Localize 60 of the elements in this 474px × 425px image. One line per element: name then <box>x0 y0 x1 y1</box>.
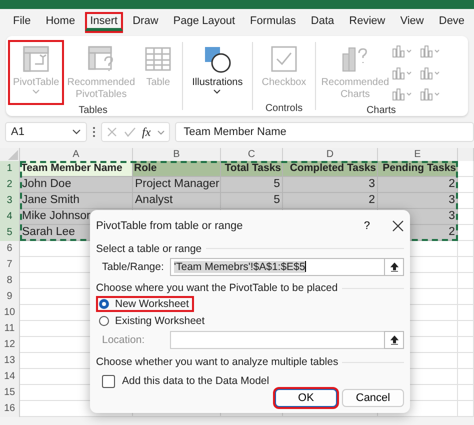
table-cell: Pending Tasks <box>378 161 458 177</box>
row-header[interactable]: 15 <box>0 385 20 401</box>
row-header[interactable]: 3 <box>0 193 20 209</box>
table-cell: Completed Tasks <box>283 161 378 177</box>
row-header[interactable]: 13 <box>0 353 20 369</box>
ribbon-tab[interactable]: File <box>8 12 36 31</box>
table-cell: Project Manager <box>133 177 221 193</box>
group-label: Tables <box>78 105 108 116</box>
row-header[interactable]: 10 <box>0 305 20 321</box>
data-model-checkbox[interactable]: Add this data to the Data Model <box>102 373 404 390</box>
ribbon-tab[interactable]: Draw <box>128 12 164 31</box>
row-header[interactable]: 2 <box>0 177 20 193</box>
name-box[interactable]: A1 <box>5 122 87 142</box>
row-header[interactable]: 8 <box>0 273 20 289</box>
ribbon-tab[interactable]: View <box>395 12 429 31</box>
table-cell: 5 <box>221 177 283 193</box>
row-header[interactable]: 11 <box>0 321 20 337</box>
row-header[interactable]: 16 <box>0 401 20 417</box>
row-header[interactable]: 4 <box>0 209 20 225</box>
table-cell: Team Member Name <box>20 161 133 177</box>
field-label: Location: <box>101 334 146 346</box>
table-cell: Role <box>133 161 221 177</box>
formula-input[interactable]: Team Member Name <box>174 122 474 142</box>
radio-option[interactable]: Existing Worksheet <box>96 313 210 330</box>
row-header[interactable]: 7 <box>0 257 20 273</box>
row-header[interactable]: 5 <box>0 225 20 241</box>
table-cell: Analyst <box>133 193 221 209</box>
section-label: Choose where you want the PivotTable to be placed <box>96 282 338 294</box>
row-header[interactable]: 9 <box>0 289 20 305</box>
ribbon-tab[interactable]: Insert <box>85 12 123 31</box>
section-label: Choose whether you want to analyze multiple tables <box>96 356 338 368</box>
table-cell: 3 <box>378 193 458 209</box>
table-cell: 3 <box>283 177 378 193</box>
radio-option[interactable]: New Worksheet <box>96 296 194 312</box>
row-header[interactable]: 12 <box>0 337 20 353</box>
ribbon-tab[interactable]: Formulas <box>245 12 301 31</box>
table-cell: Total Tasks <box>221 161 283 177</box>
ribbon-tab[interactable]: Data <box>306 12 340 31</box>
ribbon-tab[interactable]: Review <box>344 12 390 31</box>
table-cell: Jane Smith <box>20 193 133 209</box>
range-field[interactable]: 'Team Memebrs'!$A$1:$E$5 <box>170 258 384 276</box>
table-cell: 5 <box>221 193 283 209</box>
group-label: Charts <box>366 105 396 116</box>
ribbon-tab[interactable]: Page Layout <box>168 12 240 31</box>
table-cell: 2 <box>283 193 378 209</box>
cancel-button[interactable]: Cancel <box>342 389 404 408</box>
table-cell: John Doe <box>20 177 133 193</box>
group-label: Controls <box>265 103 303 114</box>
table-cell: 2 <box>378 177 458 193</box>
ribbon-tab[interactable]: Home <box>40 12 80 31</box>
ribbon-button[interactable]: Illustrations <box>187 40 248 114</box>
field-label: Table/Range: <box>101 260 165 273</box>
ribbon-tab[interactable]: Deve <box>434 12 470 31</box>
row-header[interactable]: 1 <box>0 161 20 177</box>
section-label: Select a table or range <box>96 242 202 255</box>
insert-function-button[interactable]: fx <box>142 124 151 140</box>
row-header[interactable]: 14 <box>0 369 20 385</box>
row-header[interactable]: 6 <box>0 241 20 257</box>
help-button[interactable]: ? <box>364 220 370 232</box>
ok-button[interactable]: OK <box>275 389 337 408</box>
